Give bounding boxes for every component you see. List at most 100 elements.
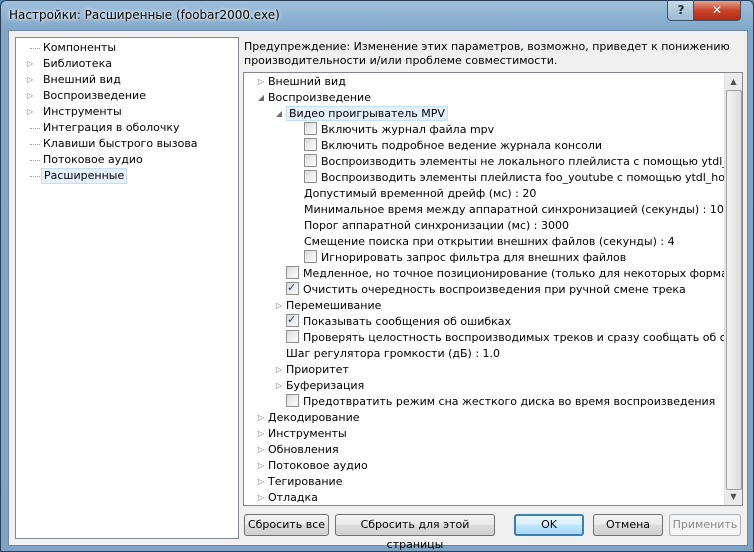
scroll-down-icon[interactable]: ▼ [725,488,742,505]
setting-label: Декодирование [268,411,360,424]
expand-icon[interactable]: ▷ [256,74,266,90]
checkbox[interactable] [304,250,317,263]
setting-label: Приоритет [286,363,349,376]
setting-value[interactable]: Порог аппаратной синхронизации (мс) : 30… [304,218,569,234]
apply-button: Применить [669,514,741,536]
setting-group[interactable]: ▷ Декодирование [258,410,360,426]
ok-button[interactable]: OK [514,514,584,536]
setting-label: Инструменты [268,427,347,440]
warning-text: Предупреждение: Изменение этих параметро… [244,40,730,67]
checkbox[interactable] [304,138,317,151]
reset-all-button[interactable]: Сбросить все [244,514,329,536]
setting-group[interactable]: ▷ Отладка [258,490,318,505]
setting-value[interactable]: Смещение поиска при открытии внешних фай… [304,234,675,250]
checkbox[interactable] [286,394,299,407]
checkbox[interactable] [304,170,317,183]
tree-connector [30,48,40,49]
setting-label: Потоковое аудио [268,459,368,472]
setting-label: Допустимый временной дрейф (мс) : 20 [304,187,537,200]
expand-icon[interactable]: ▷ [27,88,35,104]
expand-icon[interactable]: ▷ [274,378,284,394]
expand-icon[interactable]: ▷ [27,104,35,120]
setting-label: Шаг регулятора громкости (дБ) : 1.0 [286,347,501,360]
setting-group[interactable]: ▷ Обновления [258,442,339,458]
setting-checkbox-row[interactable]: Включить журнал файла mpv [304,122,494,138]
cancel-button[interactable]: Отмена [593,514,663,536]
close-button[interactable]: ✕ [693,1,741,21]
setting-checkbox-row[interactable]: Воспроизводить элементы плейлиста foo_yo… [304,170,738,186]
setting-value[interactable]: Шаг регулятора громкости (дБ) : 1.0 [286,346,500,362]
collapse-icon[interactable]: ◢ [274,106,284,122]
setting-group[interactable]: ◢ Видео проигрыватель MPV [276,106,448,122]
checkbox[interactable] [304,122,317,135]
checkbox[interactable] [286,266,299,279]
checkbox[interactable] [304,154,317,167]
expand-icon[interactable]: ▷ [256,410,266,426]
tree-item-label: Клавиши быстрого вызова [43,137,198,150]
setting-group[interactable]: ▷ Инструменты [258,426,347,442]
tree-connector [30,176,40,177]
scrollbar-thumb[interactable] [726,90,742,490]
tree-connector [30,128,40,129]
tree-connector [30,144,40,145]
setting-label: Отладка [268,491,318,504]
expand-icon[interactable]: ▷ [256,490,266,505]
setting-checkbox-row[interactable]: Медленное, но точное позиционирование (т… [286,266,743,282]
tree-item-label: Расширенные [41,168,128,184]
setting-label: Медленное, но точное позиционирование (т… [303,267,743,280]
collapse-icon[interactable]: ◢ [256,90,266,106]
tree-item-label: Внешний вид [43,73,121,86]
setting-label: Перемешивание [286,299,382,312]
setting-label: Тегирование [268,475,343,488]
setting-checkbox-row[interactable]: Включить подробное ведение журнала консо… [304,138,602,154]
setting-group[interactable]: ◢ Воспроизведение [258,90,371,106]
vertical-scrollbar[interactable]: ▲ ▼ [724,73,742,505]
expand-icon[interactable]: ▷ [256,426,266,442]
expand-icon[interactable]: ▷ [27,56,35,72]
setting-group[interactable]: ▷ Перемешивание [276,298,382,314]
checkbox[interactable] [286,330,299,343]
setting-label: Обновления [268,443,339,456]
title-bar[interactable]: Настройки: Расширенные (foobar2000.exe) … [1,1,753,31]
setting-label: Минимальное время между аппаратной синхр… [304,203,724,216]
setting-label: Предотвратить режим сна жесткого диска в… [303,395,716,408]
setting-value[interactable]: Допустимый временной дрейф (мс) : 20 [304,186,536,202]
setting-label: Включить подробное ведение журнала консо… [321,139,603,152]
setting-group[interactable]: ▷ Буферизация [276,378,364,394]
advanced-tree[interactable]: ▷ Внешний вид ◢ Воспроизведение ◢ Видео проиг… [243,72,743,506]
setting-checkbox-row[interactable]: Очистить очередность воспроизведения при… [286,280,686,298]
page-tree[interactable]: Компоненты ▷ Библиотека ▷ Внешний вид ▷ Воспро… [15,37,239,539]
setting-value[interactable]: Минимальное время между аппаратной синхр… [304,202,724,218]
expand-icon[interactable]: ▷ [274,298,284,314]
setting-checkbox-row[interactable]: Показывать сообщения об ошибках [286,312,512,330]
help-button[interactable]: ? [667,1,695,21]
window-title: Настройки: Расширенные (foobar2000.exe) [9,8,280,22]
setting-label: Смещение поиска при открытии внешних фай… [304,235,675,248]
setting-label: Проверять целостность воспроизводимых тр… [303,331,743,344]
setting-group[interactable]: ▷ Потоковое аудио [258,458,368,474]
expand-icon[interactable]: ▷ [256,474,266,490]
expand-icon[interactable]: ▷ [274,362,284,378]
setting-label: Внешний вид [268,75,346,88]
expand-icon[interactable]: ▷ [256,458,266,474]
setting-checkbox-row[interactable]: Воспроизводить элементы не локального пл… [304,154,742,170]
tree-item-label: Интеграция в оболочку [43,121,180,134]
setting-group[interactable]: ▷ Внешний вид [258,74,346,90]
setting-checkbox-row[interactable]: Проверять целостность воспроизводимых тр… [286,330,743,346]
scroll-up-icon[interactable]: ▲ [725,73,742,90]
tree-connector [30,160,40,161]
setting-checkbox-row[interactable]: Предотвратить режим сна жесткого диска в… [286,394,715,410]
reset-page-button[interactable]: Сбросить для этой страницы [335,514,495,551]
setting-label: Порог аппаратной синхронизации (мс) : 30… [304,219,569,232]
preferences-window: Настройки: Расширенные (foobar2000.exe) … [0,0,754,552]
checkbox[interactable] [286,280,299,296]
setting-group[interactable]: ▷ Приоритет [276,362,349,378]
expand-icon[interactable]: ▷ [27,72,35,88]
expand-icon[interactable]: ▷ [256,442,266,458]
setting-group[interactable]: ▷ Тегирование [258,474,343,490]
setting-label: Показывать сообщения об ошибках [303,315,512,328]
setting-checkbox-row[interactable]: Игнорировать запрос фильтра для внешних … [304,250,626,266]
tree-item-label: Библиотека [43,57,112,70]
dialog-client: Компоненты ▷ Библиотека ▷ Внешний вид ▷ Воспро… [8,30,748,551]
checkbox[interactable] [286,312,299,328]
